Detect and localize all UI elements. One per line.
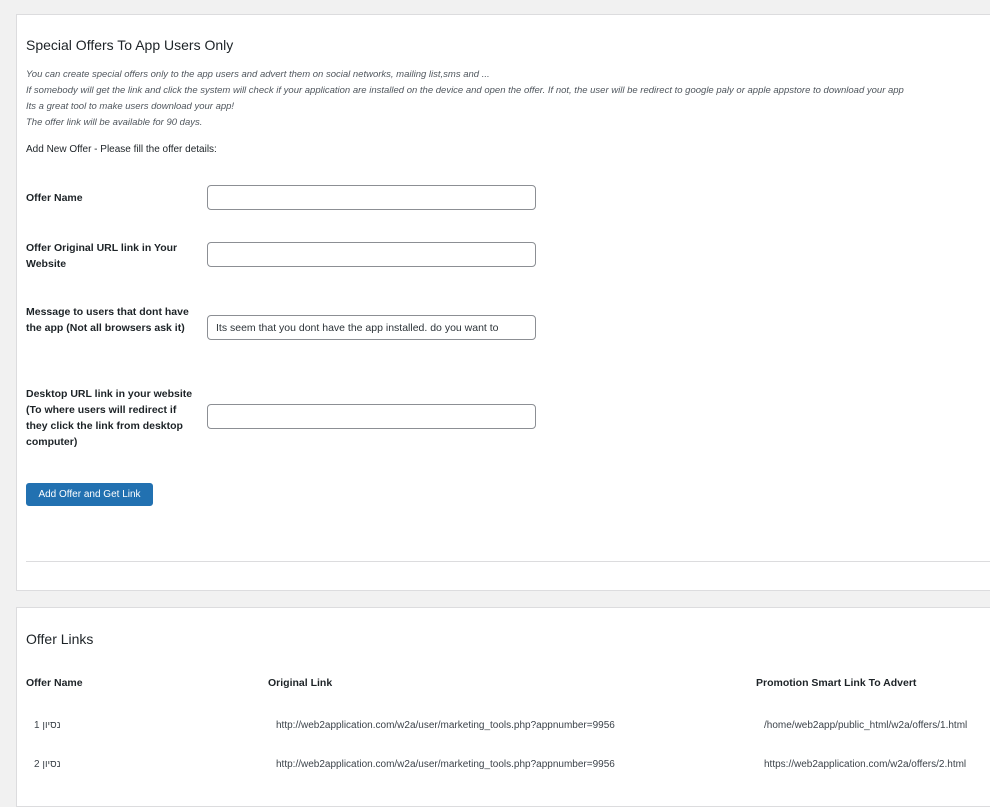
promotion-link-cell[interactable]: /home/web2app/public_html/w2a/offers/1.h… xyxy=(764,720,967,731)
offer-name-cell: נסיון 2 xyxy=(34,759,61,770)
offer-url-label: Offer Original URL link in Your Website xyxy=(26,242,178,270)
offer-name-label: Offer Name xyxy=(26,192,83,204)
description-line: If somebody will get the link and click … xyxy=(26,85,904,96)
original-link-cell[interactable]: http://web2application.com/w2a/user/mark… xyxy=(276,759,615,770)
offer-name-input[interactable] xyxy=(207,185,536,210)
original-link-cell[interactable]: http://web2application.com/w2a/user/mark… xyxy=(276,720,615,731)
description-line: You can create special offers only to th… xyxy=(26,69,490,80)
description-line: The offer link will be available for 90 … xyxy=(26,117,203,128)
description-line: Its a great tool to make users download … xyxy=(26,101,235,112)
column-header-promotion-link: Promotion Smart Link To Advert xyxy=(756,677,917,689)
form-subheading: Add New Offer - Please fill the offer de… xyxy=(26,144,217,155)
page-title: Special Offers To App Users Only xyxy=(26,37,234,53)
desktop-url-label: Desktop URL link in your website (To whe… xyxy=(26,388,193,448)
divider xyxy=(26,561,990,562)
column-header-offer-name: Offer Name xyxy=(26,677,83,689)
offer-form-panel: Special Offers To App Users Only You can… xyxy=(16,14,990,591)
add-offer-button[interactable]: Add Offer and Get Link xyxy=(26,483,153,506)
offer-name-cell: נסיון 1 xyxy=(34,720,61,731)
desktop-url-input[interactable] xyxy=(207,404,536,429)
offer-url-input[interactable] xyxy=(207,242,536,267)
no-app-message-label: Message to users that dont have the app … xyxy=(26,306,189,334)
description: You can create special offers only to th… xyxy=(26,67,990,131)
promotion-link-cell[interactable]: https://web2application.com/w2a/offers/2… xyxy=(764,759,966,770)
no-app-message-input[interactable] xyxy=(207,315,536,340)
offer-links-title: Offer Links xyxy=(26,631,94,647)
offer-links-panel: Offer Links Offer Name Original Link Pro… xyxy=(16,607,990,807)
column-header-original-link: Original Link xyxy=(268,677,333,689)
